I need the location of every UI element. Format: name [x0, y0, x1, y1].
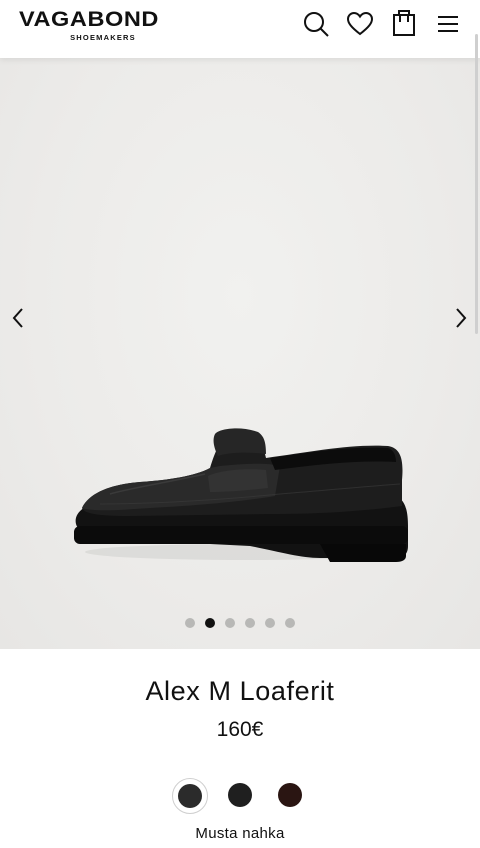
- menu-icon[interactable]: [434, 10, 462, 38]
- swatch-fill: [228, 783, 252, 807]
- swatch-fill: [278, 783, 302, 807]
- gallery-prev-arrow-icon[interactable]: [4, 303, 32, 333]
- gallery-dot[interactable]: [245, 618, 255, 628]
- color-swatch[interactable]: [223, 778, 257, 812]
- color-swatches: [0, 778, 480, 814]
- product-image-loafer: [74, 428, 408, 562]
- gallery-dot[interactable]: [185, 618, 195, 628]
- product-title: Alex M Loaferit: [145, 676, 335, 706]
- product-image-gallery[interactable]: [0, 58, 480, 649]
- site-header: VAGABOND SHOEMAKERS: [0, 0, 480, 58]
- gallery-dot[interactable]: [265, 618, 275, 628]
- swatch-fill: [178, 784, 202, 808]
- color-swatch[interactable]: [273, 778, 307, 812]
- page-scrollbar[interactable]: [475, 34, 478, 334]
- gallery-pagination: [0, 618, 480, 628]
- brand-tagline: SHOEMAKERS: [70, 33, 136, 42]
- brand-name: VAGABOND: [19, 8, 159, 31]
- selected-color-name: Musta nahka: [195, 825, 285, 842]
- gallery-dot[interactable]: [225, 618, 235, 628]
- bag-icon[interactable]: [390, 8, 418, 36]
- search-icon[interactable]: [302, 10, 330, 38]
- brand-logo[interactable]: VAGABOND SHOEMAKERS: [19, 9, 187, 42]
- gallery-next-arrow-icon[interactable]: [447, 303, 475, 333]
- heart-icon[interactable]: [346, 10, 374, 38]
- product-price: 160€: [216, 718, 264, 741]
- color-swatch-selected[interactable]: [172, 778, 208, 814]
- gallery-dot[interactable]: [285, 618, 295, 628]
- gallery-dot-active[interactable]: [205, 618, 215, 628]
